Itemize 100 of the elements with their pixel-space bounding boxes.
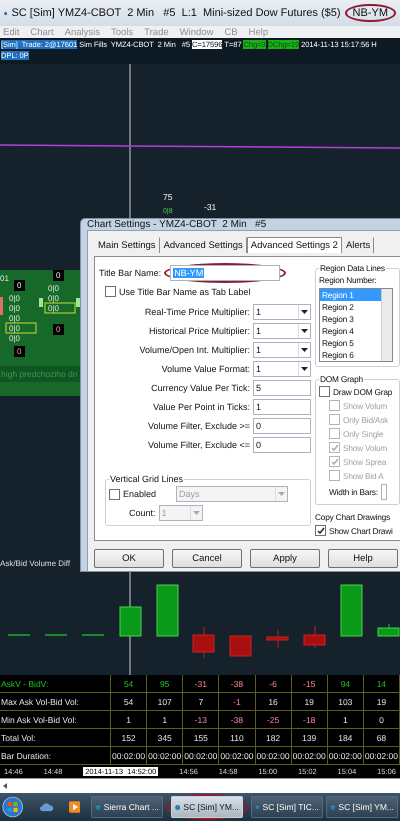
list-item[interactable]: Region 2 xyxy=(320,301,381,313)
field-label: Title Bar Name: xyxy=(99,268,162,278)
taskbar-button[interactable]: SC [Sim] TIC... xyxy=(251,796,323,818)
dropdown[interactable]: 1 xyxy=(253,304,311,320)
checkbox[interactable] xyxy=(329,414,340,425)
dropdown[interactable]: 1 xyxy=(253,342,311,358)
zero-dash xyxy=(8,634,30,636)
checkbox-label: Only Bid/Ask xyxy=(343,414,388,424)
footprint-cell: 0|0 xyxy=(44,302,76,314)
table-cell: 19 xyxy=(364,693,400,711)
table-cell: 16 xyxy=(256,693,292,711)
input-field[interactable]: 0 xyxy=(253,418,311,434)
input-field[interactable]: 5 xyxy=(253,380,311,396)
checkbox[interactable] xyxy=(329,400,340,411)
checkbox[interactable] xyxy=(105,286,116,297)
taskbar-button[interactable]: SC [Sim] YM... xyxy=(326,796,398,818)
checkbox[interactable] xyxy=(329,456,340,467)
window-title-tag: NB-YM xyxy=(352,7,388,19)
checkbox[interactable] xyxy=(329,428,340,439)
dialog-button[interactable]: OK xyxy=(94,549,164,568)
dialog-button[interactable]: Cancel xyxy=(172,549,242,568)
caret-icon xyxy=(298,362,310,376)
footprint-cell: 0|0 xyxy=(9,294,20,303)
table-cell: 7 xyxy=(183,693,220,711)
row-label: Total Vol: xyxy=(0,729,111,747)
section-label: Copy Chart Drawings xyxy=(315,512,392,522)
field-label: Real-Time Price Multiplier: xyxy=(144,307,250,317)
price-label: 01 xyxy=(0,274,9,283)
checkbox[interactable] xyxy=(329,470,340,481)
value-label: 75 xyxy=(163,192,172,202)
list-item[interactable]: Region 5 xyxy=(320,337,381,349)
checkbox-label: Only Single xyxy=(343,428,384,438)
taskbar-button[interactable]: Sierra Chart ... xyxy=(91,796,163,818)
table-cell: -38 xyxy=(219,711,256,729)
start-orb-icon[interactable] xyxy=(2,794,24,820)
table-cell: -15 xyxy=(292,675,328,693)
checkbox[interactable] xyxy=(329,442,340,453)
cloud-icon[interactable] xyxy=(40,801,54,813)
table-cell: -1 xyxy=(219,693,256,711)
table-cell: -38 xyxy=(219,675,256,693)
checkbox[interactable] xyxy=(109,488,120,500)
footprint-cell: 0|0 xyxy=(9,304,20,313)
table-cell: 184 xyxy=(328,729,364,747)
checkbox[interactable] xyxy=(319,386,330,397)
scroll-left-icon[interactable] xyxy=(3,783,7,789)
input-field[interactable]: 0 xyxy=(253,437,311,453)
list-item[interactable]: Region 6 xyxy=(320,349,381,361)
table-cell: 95 xyxy=(147,675,184,693)
tab[interactable]: Alerts xyxy=(342,237,374,253)
footprint-total: 0 xyxy=(14,346,25,357)
dialog-button[interactable]: Apply xyxy=(250,549,320,568)
tab[interactable]: Main Settings xyxy=(94,237,160,253)
checkbox[interactable] xyxy=(315,525,326,536)
table-cell: 103 xyxy=(328,693,364,711)
field-label: Region Number: xyxy=(319,275,378,285)
field-label: Historical Price Multiplier: xyxy=(148,326,250,336)
dropdown[interactable]: 1 xyxy=(253,323,311,339)
window-title: SC [Sim] YMZ4-CBOT 2 Min #5 L:1 Mini-sized Dow Futures ($5) xyxy=(11,7,341,19)
value-label: -31 xyxy=(204,202,216,212)
table-cell: -6 xyxy=(256,675,292,693)
table-cell: 54 xyxy=(111,675,148,693)
field-label: Currency Value Per Tick: xyxy=(151,383,250,393)
up-bar xyxy=(156,584,178,636)
study-label: Ask/Bid Volume Diff xyxy=(0,559,70,568)
list-scrollbar xyxy=(381,289,392,361)
dropdown[interactable]: 1 xyxy=(253,361,311,377)
table-cell: 139 xyxy=(292,729,328,747)
zero-dash xyxy=(45,634,67,636)
taskbar-button[interactable]: SC [Sim] YM... xyxy=(171,796,243,818)
input-field[interactable]: 1 xyxy=(253,399,311,415)
list-item[interactable]: Region 4 xyxy=(320,325,381,337)
dialog-button[interactable]: Help xyxy=(328,549,398,568)
table-cell: 94 xyxy=(328,675,364,693)
checkbox-label: Use Title Bar Name as Tab Label xyxy=(119,286,250,296)
table-cell: -18 xyxy=(292,711,328,729)
footprint-cell: 0|0 xyxy=(9,314,20,323)
table-cell: -31 xyxy=(183,675,220,693)
row-label: Min Ask Vol-Bid Vol: xyxy=(0,711,111,729)
media-player-icon[interactable] xyxy=(68,800,80,814)
field-label: Volume Filter, Exclude >= xyxy=(148,421,250,431)
group-title: Region Data Lines xyxy=(319,263,386,273)
volume-marker xyxy=(39,298,43,307)
footprint-cell: 0|0 xyxy=(6,322,36,334)
level-label: high predchoziho dn xyxy=(1,369,78,379)
input-field[interactable] xyxy=(380,484,387,500)
zero-dash xyxy=(82,634,104,636)
footprint-total: 0 xyxy=(53,324,64,335)
up-bar xyxy=(340,584,362,636)
table-cell: 1 xyxy=(328,711,364,729)
table-cell: -25 xyxy=(256,711,292,729)
table-cell: 155 xyxy=(183,729,220,747)
volume-marker xyxy=(0,297,3,315)
tab[interactable]: Advanced Settings 2 xyxy=(246,237,342,253)
list-item[interactable]: Region 3 xyxy=(320,313,381,325)
table-cell: 182 xyxy=(256,729,292,747)
footprint-cell: 0|0 xyxy=(9,334,20,343)
group-title: DOM Graph xyxy=(319,374,364,384)
table-cell: 14 xyxy=(364,675,400,693)
volume-marker xyxy=(76,298,80,307)
up-bar xyxy=(378,624,400,636)
